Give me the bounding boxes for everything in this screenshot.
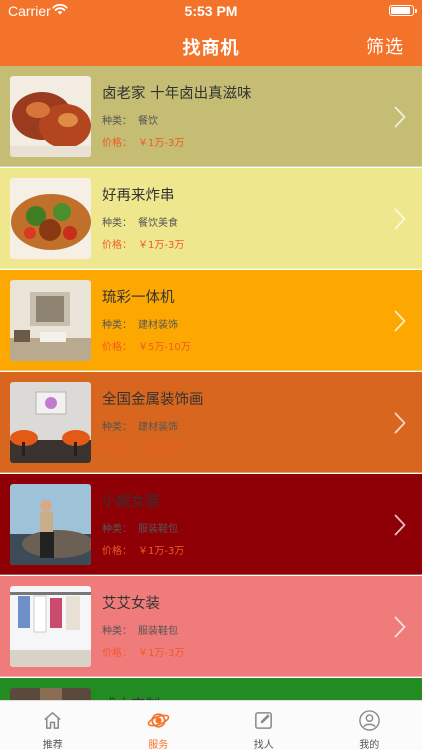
price-prefix: 价格： [102,546,132,557]
person-icon [358,710,380,731]
status-time: 5:53 PM [184,3,238,19]
tab-mine[interactable]: 我的 [317,701,422,750]
category-prefix: 种类： [102,116,132,127]
item-title: 艾艾女装 [102,596,160,612]
item-title: 好再来炸串 [102,188,175,204]
item-title: 琉彩一体机 [102,290,175,306]
item-price: 价格： ￥5万-10万 [102,338,191,353]
price-value: ￥1万-3万 [138,138,185,149]
item-thumbnail [10,76,91,157]
item-price: 价格： ￥1万-3万 [102,236,184,251]
item-price: 价格： ￥5万-8万 [102,440,184,455]
chevron-right-icon [394,412,406,434]
category-value: 餐饮美食 [138,218,178,229]
list-item[interactable]: 艾艾女装种类： 服装鞋包 价格： ￥1万-3万 [0,576,422,677]
chevron-right-icon [394,208,406,230]
item-category: 种类： 建材装饰 [102,316,178,331]
tab-label: 推荐 [42,740,63,750]
list-item[interactable]: 小妮女装种类： 服装鞋包 价格： ￥1万-3万 [0,474,422,575]
chevron-right-icon [394,106,406,128]
category-prefix: 种类： [102,320,132,331]
opportunity-list[interactable]: 卤老家 十年卤出真滋味 种类： 餐饮 价格： ￥1万-3万 好再来炸串 种类： 餐饮美食 价格：… [0,66,422,700]
tab-bar: 推荐 服务 找人 我的 [0,700,422,750]
chevron-right-icon [394,514,406,536]
battery-icon [389,5,417,16]
tab-label: 找人 [253,740,274,750]
item-thumbnail [10,484,91,565]
item-title: 小妮女装 [102,494,160,510]
list-item[interactable]: 琉彩一体机种类： 建材装饰 价格： ￥5万-10万 [0,270,422,371]
price-prefix: 价格： [102,240,132,251]
price-prefix: 价格： [102,648,132,659]
category-prefix: 种类： [102,218,132,229]
price-prefix: 价格： [102,342,132,353]
price-value: ￥1万-3万 [138,648,185,659]
category-prefix: 种类： [102,626,132,637]
category-value: 建材装饰 [138,320,178,331]
tab-label: 服务 [148,740,169,750]
price-value: ￥5万-8万 [138,444,185,455]
item-price: 价格： ￥1万-3万 [102,542,184,557]
list-item[interactable]: 全国金属装饰画种类： 建材装饰 价格： ￥5万-8万 [0,372,422,473]
category-value: 建材装饰 [138,422,178,433]
item-title: 卤老家 十年卤出真滋味 [102,86,252,102]
price-prefix: 价格： [102,444,132,455]
price-value: ￥1万-3万 [138,546,185,557]
planet-icon [147,713,169,728]
category-value: 服装鞋包 [138,626,178,637]
tab-service[interactable]: 服务 [106,701,212,750]
category-prefix: 种类： [102,422,132,433]
item-thumbnail [10,382,91,463]
status-bar: Carrier 5:53 PM [0,0,422,22]
list-item[interactable]: 成衣定制 [0,678,422,700]
item-category: 种类： 餐饮 [102,112,158,127]
list-item[interactable]: 卤老家 十年卤出真滋味种类： 餐饮 价格： ￥1万-3万 [0,66,422,167]
list-item[interactable]: 好再来炸串种类： 餐饮美食 价格： ￥1万-3万 [0,168,422,269]
item-price: 价格： ￥1万-3万 [102,134,184,149]
category-value: 餐饮 [138,116,158,127]
item-price: 价格： ￥1万-3万 [102,644,184,659]
item-category: 种类： 服装鞋包 [102,520,178,535]
category-value: 服装鞋包 [138,524,178,535]
item-thumbnail [10,688,91,700]
tab-recommend[interactable]: 推荐 [0,701,106,750]
item-category: 种类： 建材装饰 [102,418,178,433]
price-value: ￥5万-10万 [138,342,191,353]
tab-find-people[interactable]: 找人 [211,701,317,750]
price-value: ￥1万-3万 [138,240,185,251]
item-thumbnail [10,178,91,259]
tab-label: 我的 [359,740,380,750]
category-prefix: 种类： [102,524,132,535]
item-title: 全国金属装饰画 [102,392,204,408]
item-thumbnail [10,280,91,361]
chevron-right-icon [394,310,406,332]
page-title: 找商机 [182,38,240,59]
header: Carrier 5:53 PM 找商机 筛选 [0,0,422,66]
item-category: 种类： 餐饮美食 [102,214,178,229]
item-category: 种类： 服装鞋包 [102,622,178,637]
price-prefix: 价格： [102,138,132,149]
home-icon [44,712,61,729]
chevron-right-icon [394,616,406,638]
filter-button[interactable]: 筛选 [366,33,404,59]
edit-icon [255,712,272,729]
item-thumbnail [10,586,91,667]
